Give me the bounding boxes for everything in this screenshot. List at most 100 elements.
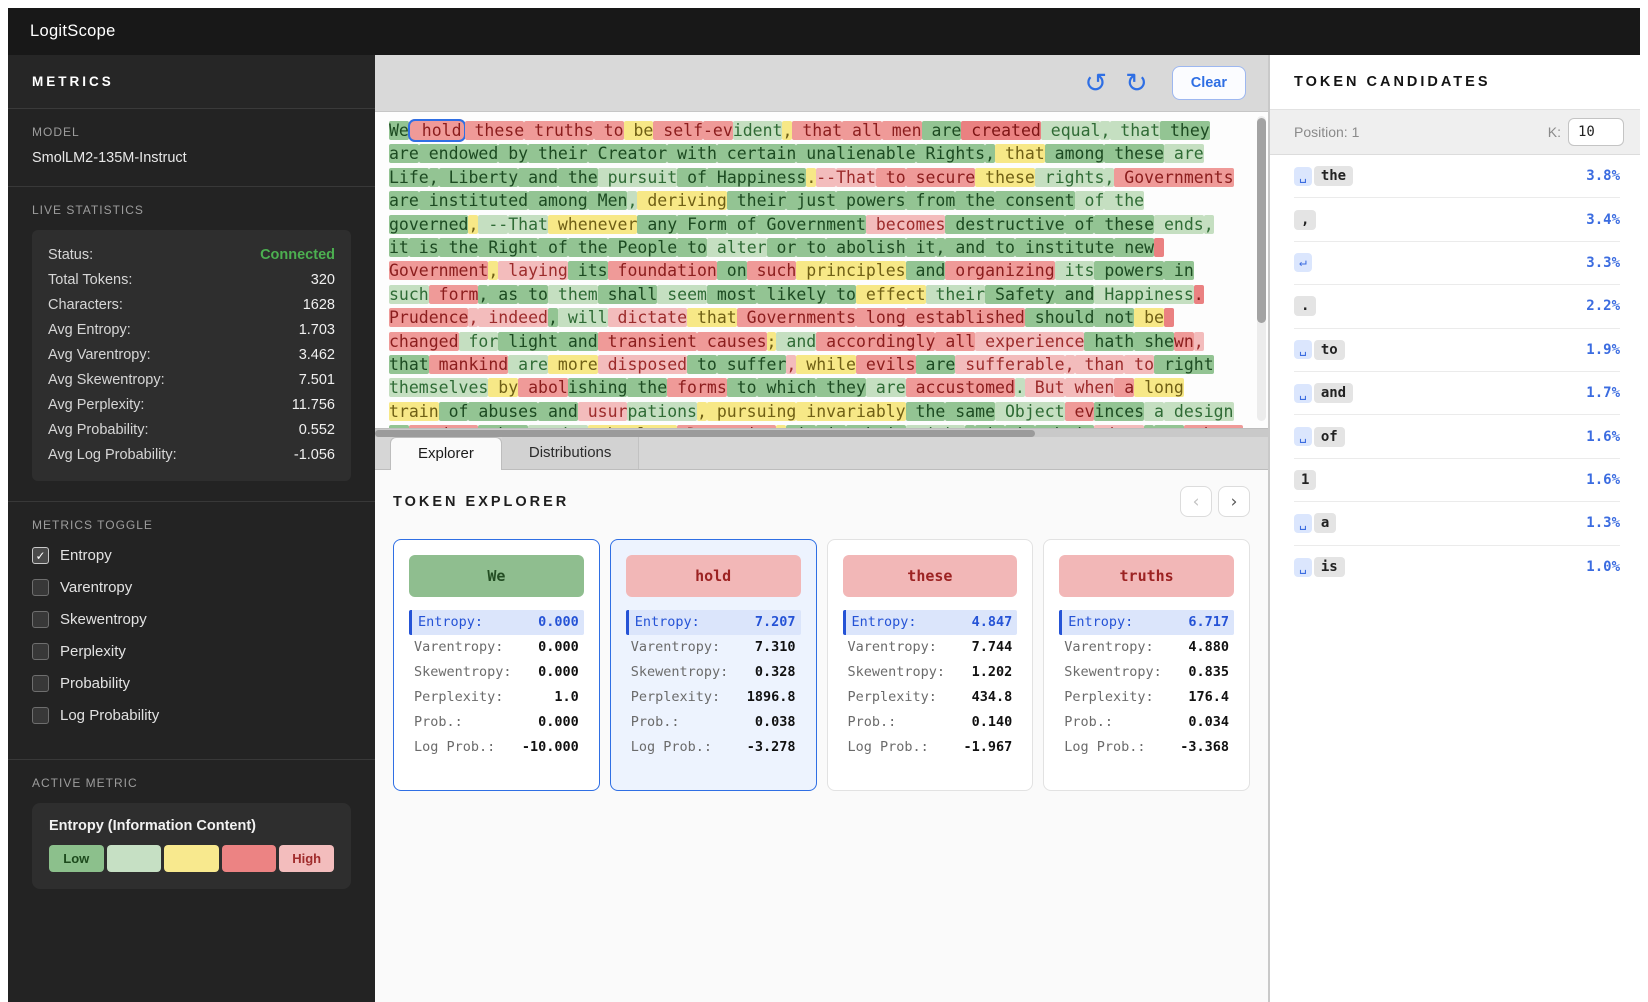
token[interactable]: form: [429, 285, 479, 304]
token[interactable]: to: [727, 378, 757, 397]
candidate-row[interactable]: ␣and1.7%: [1294, 372, 1620, 415]
token[interactable]: ,: [1065, 355, 1075, 374]
tab-distributions[interactable]: Distributions: [502, 437, 640, 469]
token[interactable]: that: [995, 144, 1045, 163]
token[interactable]: that: [389, 355, 429, 374]
token[interactable]: to: [518, 285, 548, 304]
token[interactable]: ,: [782, 121, 792, 140]
token[interactable]: abolish: [826, 238, 905, 257]
token[interactable]: But: [1025, 378, 1065, 397]
token[interactable]: hath: [1084, 332, 1134, 351]
token-card-We[interactable]: WeEntropy:0.000Varentropy:0.000Skewentro…: [393, 539, 600, 791]
token[interactable]: to: [796, 238, 826, 257]
token[interactable]: the: [1104, 191, 1144, 210]
token[interactable]: ,: [1204, 215, 1214, 234]
token[interactable]: endowed: [419, 144, 498, 163]
token[interactable]: accordingly: [816, 332, 935, 351]
token[interactable]: Life: [389, 168, 429, 187]
token[interactable]: established: [906, 308, 1025, 327]
token[interactable]: of: [439, 402, 469, 421]
token[interactable]: likely: [757, 285, 827, 304]
token[interactable]: organizing: [945, 261, 1054, 280]
token[interactable]: right: [1154, 355, 1214, 374]
checkbox[interactable]: [32, 579, 49, 596]
token[interactable]: of: [538, 238, 568, 257]
token[interactable]: governed: [389, 215, 468, 234]
token[interactable]: are: [508, 355, 548, 374]
token[interactable]: new: [1114, 238, 1154, 257]
token[interactable]: --: [478, 215, 508, 234]
token[interactable]: consent: [995, 191, 1074, 210]
clear-button[interactable]: Clear: [1172, 66, 1246, 100]
token[interactable]: That: [508, 215, 548, 234]
token[interactable]: than: [1075, 355, 1125, 374]
token[interactable]: Creator: [588, 144, 667, 163]
token[interactable]: causes: [697, 332, 767, 351]
token[interactable]: all: [842, 121, 882, 140]
toggle-probability[interactable]: Probability: [32, 675, 351, 692]
token[interactable]: are: [1164, 144, 1204, 163]
token[interactable]: to: [1124, 355, 1154, 374]
token[interactable]: certain: [717, 144, 796, 163]
token[interactable]: -ev: [703, 121, 733, 140]
token[interactable]: powers: [836, 191, 906, 210]
token[interactable]: is: [409, 238, 439, 257]
token[interactable]: ,: [468, 215, 478, 234]
token[interactable]: experience: [975, 332, 1084, 351]
token[interactable]: ident: [733, 121, 783, 140]
token[interactable]: .: [1194, 285, 1204, 304]
token[interactable]: the: [558, 168, 598, 187]
token[interactable]: whenever: [548, 215, 637, 234]
token[interactable]: ;: [767, 332, 777, 351]
token[interactable]: --: [816, 168, 836, 187]
token[interactable]: Prudence: [389, 308, 468, 327]
selected-token[interactable]: hold: [408, 119, 466, 142]
token[interactable]: or: [767, 238, 797, 257]
token[interactable]: to: [826, 285, 856, 304]
token[interactable]: that: [687, 308, 737, 327]
token[interactable]: mankind: [429, 355, 508, 374]
token[interactable]: with: [667, 144, 717, 163]
token[interactable]: are: [922, 121, 962, 140]
token[interactable]: on: [717, 261, 747, 280]
token[interactable]: and: [776, 332, 816, 351]
token[interactable]: principles: [796, 261, 905, 280]
token[interactable]: should: [1025, 308, 1095, 327]
token[interactable]: Happiness: [707, 168, 806, 187]
token[interactable]: seem: [657, 285, 707, 304]
token[interactable]: abuses: [468, 402, 538, 421]
token[interactable]: Liberty: [439, 168, 518, 187]
token[interactable]: unalienable: [796, 144, 915, 163]
token[interactable]: Happiness: [1094, 285, 1193, 304]
token[interactable]: most: [707, 285, 757, 304]
token[interactable]: are: [916, 355, 956, 374]
token[interactable]: invariably: [796, 402, 905, 421]
checkbox[interactable]: [32, 675, 49, 692]
token[interactable]: men: [882, 121, 922, 140]
token[interactable]: design: [1164, 402, 1234, 421]
token[interactable]: effect: [856, 285, 926, 304]
token[interactable]: powers: [1094, 261, 1164, 280]
token[interactable]: while: [796, 355, 856, 374]
candidate-row[interactable]: ↵3.3%: [1294, 242, 1620, 285]
token[interactable]: pations: [627, 402, 697, 421]
token[interactable]: laying: [498, 261, 568, 280]
token[interactable]: they: [1160, 121, 1210, 140]
token[interactable]: a: [1144, 402, 1164, 421]
token[interactable]: Object: [995, 402, 1065, 421]
checkbox-checked[interactable]: ✓: [32, 547, 49, 564]
token[interactable]: in: [1164, 261, 1194, 280]
token[interactable]: We: [389, 121, 409, 140]
token[interactable]: of: [1065, 215, 1095, 234]
k-input[interactable]: [1568, 118, 1624, 146]
token[interactable]: equal: [1041, 121, 1101, 140]
token[interactable]: it: [389, 238, 409, 257]
token[interactable]: becomes: [866, 215, 945, 234]
token[interactable]: light: [498, 332, 558, 351]
checkbox[interactable]: [32, 707, 49, 724]
token[interactable]: pursuit: [598, 168, 677, 187]
candidate-row[interactable]: ,3.4%: [1294, 198, 1620, 241]
token[interactable]: and: [518, 168, 558, 187]
token[interactable]: for: [459, 332, 499, 351]
token[interactable]: ,: [1100, 121, 1110, 140]
